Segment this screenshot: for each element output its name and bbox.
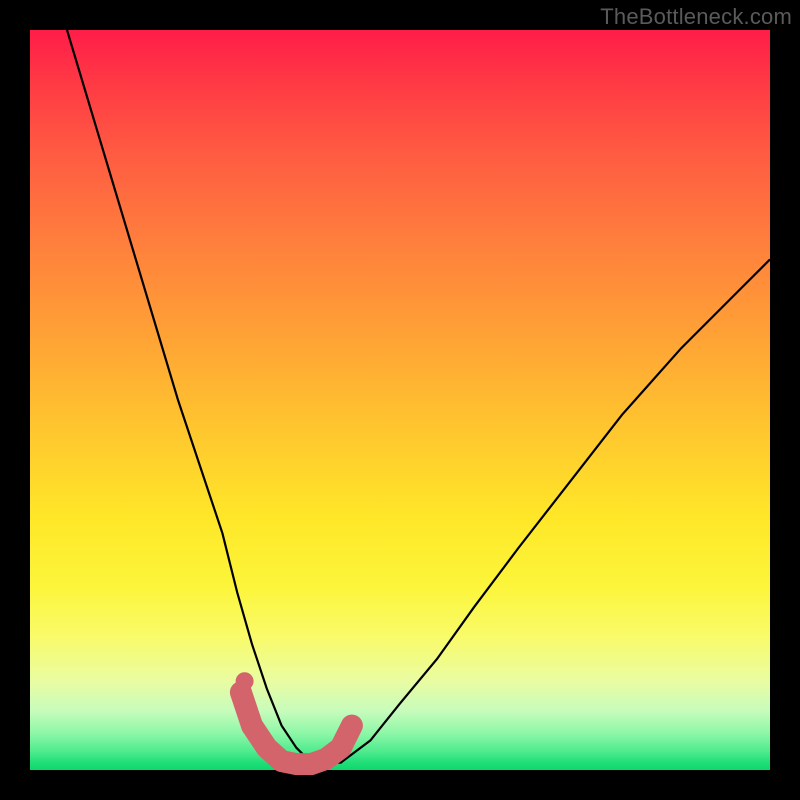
bottleneck-curve xyxy=(67,30,770,763)
plot-area xyxy=(30,30,770,770)
optimal-range-band xyxy=(241,692,352,764)
chart-frame: TheBottleneck.com xyxy=(0,0,800,800)
watermark-text: TheBottleneck.com xyxy=(600,4,792,30)
curve-layer xyxy=(30,30,770,770)
marker-dot xyxy=(236,672,254,690)
